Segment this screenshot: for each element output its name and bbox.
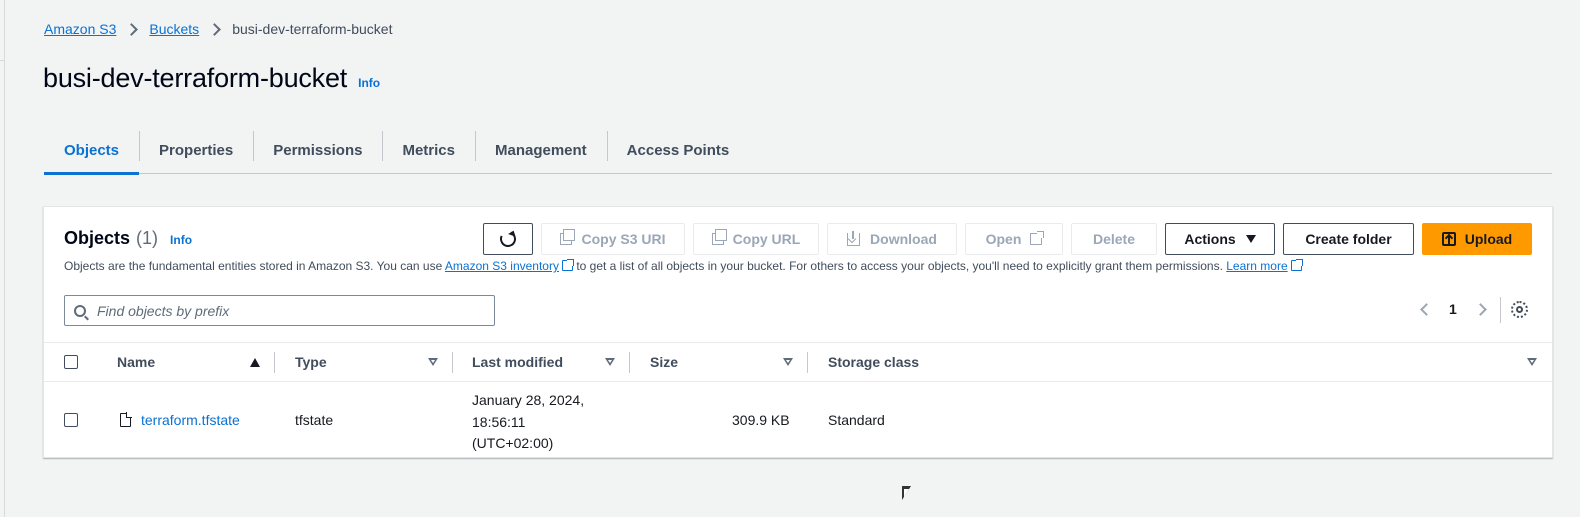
- upload-label: Upload: [1464, 231, 1513, 247]
- column-header-size[interactable]: Size: [650, 343, 678, 381]
- column-divider[interactable]: [274, 352, 275, 373]
- open-button[interactable]: Open: [965, 223, 1063, 255]
- search-placeholder: Find objects by prefix: [97, 302, 230, 319]
- copy-s3-uri-label: Copy S3 URI: [581, 231, 666, 247]
- objects-panel-header: Objects (1) Info: [64, 228, 192, 249]
- sort-icon[interactable]: [783, 358, 793, 366]
- description-text-2: to get a list of all objects in your buc…: [572, 259, 1227, 273]
- chevron-right-icon: [125, 22, 139, 36]
- copy-url-label: Copy URL: [732, 231, 801, 247]
- column-type-label: Type: [295, 354, 327, 370]
- column-header-type[interactable]: Type: [295, 343, 327, 381]
- delete-label: Delete: [1092, 231, 1136, 247]
- column-header-name[interactable]: Name: [117, 343, 155, 381]
- search-input[interactable]: Find objects by prefix: [64, 295, 495, 326]
- copy-s3-uri-button[interactable]: Copy S3 URI: [541, 223, 685, 255]
- next-page-icon[interactable]: [1473, 302, 1487, 316]
- object-name-link[interactable]: terraform.tfstate: [141, 412, 240, 428]
- object-type: tfstate: [295, 412, 334, 428]
- navigation-rail-border: [4, 0, 5, 517]
- download-icon: [847, 230, 861, 246]
- column-header-storage-class[interactable]: Storage class: [828, 343, 919, 381]
- table-row: terraform.tfstate tfstate January 28, 20…: [44, 382, 1552, 458]
- table-header: Name Type Last modified Size Storage cla…: [44, 342, 1552, 382]
- column-divider[interactable]: [807, 352, 808, 373]
- external-link-icon: [561, 259, 574, 271]
- s3-inventory-link[interactable]: Amazon S3 inventory: [445, 259, 559, 273]
- refresh-button[interactable]: [483, 223, 533, 255]
- column-divider[interactable]: [452, 352, 453, 373]
- column-name-label: Name: [117, 354, 156, 370]
- breadcrumb-buckets[interactable]: Buckets: [149, 21, 199, 37]
- download-button[interactable]: Download: [827, 223, 957, 255]
- external-link-icon: [1290, 259, 1303, 271]
- sort-icon[interactable]: [605, 358, 615, 366]
- page-info-link[interactable]: Info: [358, 76, 380, 90]
- delete-button[interactable]: Delete: [1071, 223, 1157, 255]
- copy-icon: [560, 229, 576, 245]
- pagination-divider: [1500, 297, 1501, 323]
- description-text-1: Objects are the fundamental entities sto…: [64, 259, 445, 273]
- last-modified-date: January 28, 2024,: [472, 392, 585, 408]
- objects-panel-title: Objects: [64, 228, 131, 248]
- page-header: busi-dev-terraform-bucket Info: [43, 63, 380, 94]
- tab-properties[interactable]: Properties: [139, 128, 253, 173]
- open-label: Open: [985, 231, 1022, 247]
- select-all-checkbox[interactable]: [64, 355, 78, 369]
- caret-down-icon: [1245, 235, 1256, 243]
- copy-icon: [711, 229, 727, 245]
- tab-metrics[interactable]: Metrics: [382, 128, 475, 173]
- row-checkbox[interactable]: [64, 413, 78, 427]
- objects-count: (1): [136, 228, 159, 248]
- tab-objects[interactable]: Objects: [44, 128, 140, 175]
- create-folder-label: Create folder: [1305, 231, 1392, 247]
- last-modified-timezone: (UTC+02:00): [472, 435, 554, 451]
- tab-access-points[interactable]: Access Points: [606, 128, 750, 173]
- breadcrumb-current: busi-dev-terraform-bucket: [232, 21, 393, 37]
- chevron-right-icon: [208, 22, 222, 36]
- tab-bar: Objects Properties Permissions Metrics M…: [44, 128, 1552, 175]
- upload-button[interactable]: Upload: [1422, 223, 1532, 255]
- column-divider[interactable]: [629, 352, 630, 373]
- page-title: busi-dev-terraform-bucket: [43, 63, 348, 93]
- copy-url-button[interactable]: Copy URL: [693, 223, 819, 255]
- tab-permissions[interactable]: Permissions: [253, 128, 382, 173]
- breadcrumb-amazon-s3[interactable]: Amazon S3: [44, 21, 116, 37]
- pagination: 1: [1420, 301, 1487, 317]
- objects-panel: Objects (1) Info Copy S3 URI Copy URL Do…: [43, 206, 1553, 458]
- learn-more-link[interactable]: Learn more: [1226, 259, 1287, 273]
- tab-management[interactable]: Management: [474, 128, 607, 173]
- last-modified-time: 18:56:11: [472, 413, 526, 430]
- external-link-icon: [1030, 231, 1045, 245]
- sort-icon[interactable]: [428, 358, 438, 366]
- file-icon: [120, 412, 132, 427]
- refresh-icon: [497, 228, 519, 250]
- search-icon: [74, 304, 86, 317]
- navigation-rail-tick: [0, 60, 5, 61]
- page-number-button[interactable]: 1: [1449, 301, 1457, 317]
- column-last-modified-label: Last modified: [472, 354, 564, 370]
- object-size: 309.9 KB: [732, 412, 790, 428]
- sort-icon[interactable]: [1527, 358, 1537, 366]
- column-size-label: Size: [650, 354, 679, 370]
- upload-icon: [1441, 232, 1456, 246]
- gear-icon[interactable]: [1511, 301, 1528, 318]
- objects-info-link[interactable]: Info: [170, 233, 192, 247]
- column-storage-class-label: Storage class: [828, 354, 920, 370]
- object-last-modified: January 28, 2024, 18:56:11 (UTC+02:00): [472, 390, 602, 455]
- download-label: Download: [870, 231, 937, 247]
- create-folder-button[interactable]: Create folder: [1283, 223, 1414, 255]
- column-header-last-modified[interactable]: Last modified: [472, 343, 563, 381]
- object-storage-class: Standard: [828, 412, 885, 428]
- previous-page-icon[interactable]: [1420, 302, 1433, 316]
- actions-label: Actions: [1184, 231, 1236, 247]
- actions-dropdown-button[interactable]: Actions: [1165, 223, 1275, 255]
- sort-ascending-icon[interactable]: [250, 358, 260, 367]
- breadcrumb: Amazon S3 Buckets busi-dev-terraform-buc…: [44, 20, 392, 38]
- objects-description: Objects are the fundamental entities sto…: [64, 259, 1303, 273]
